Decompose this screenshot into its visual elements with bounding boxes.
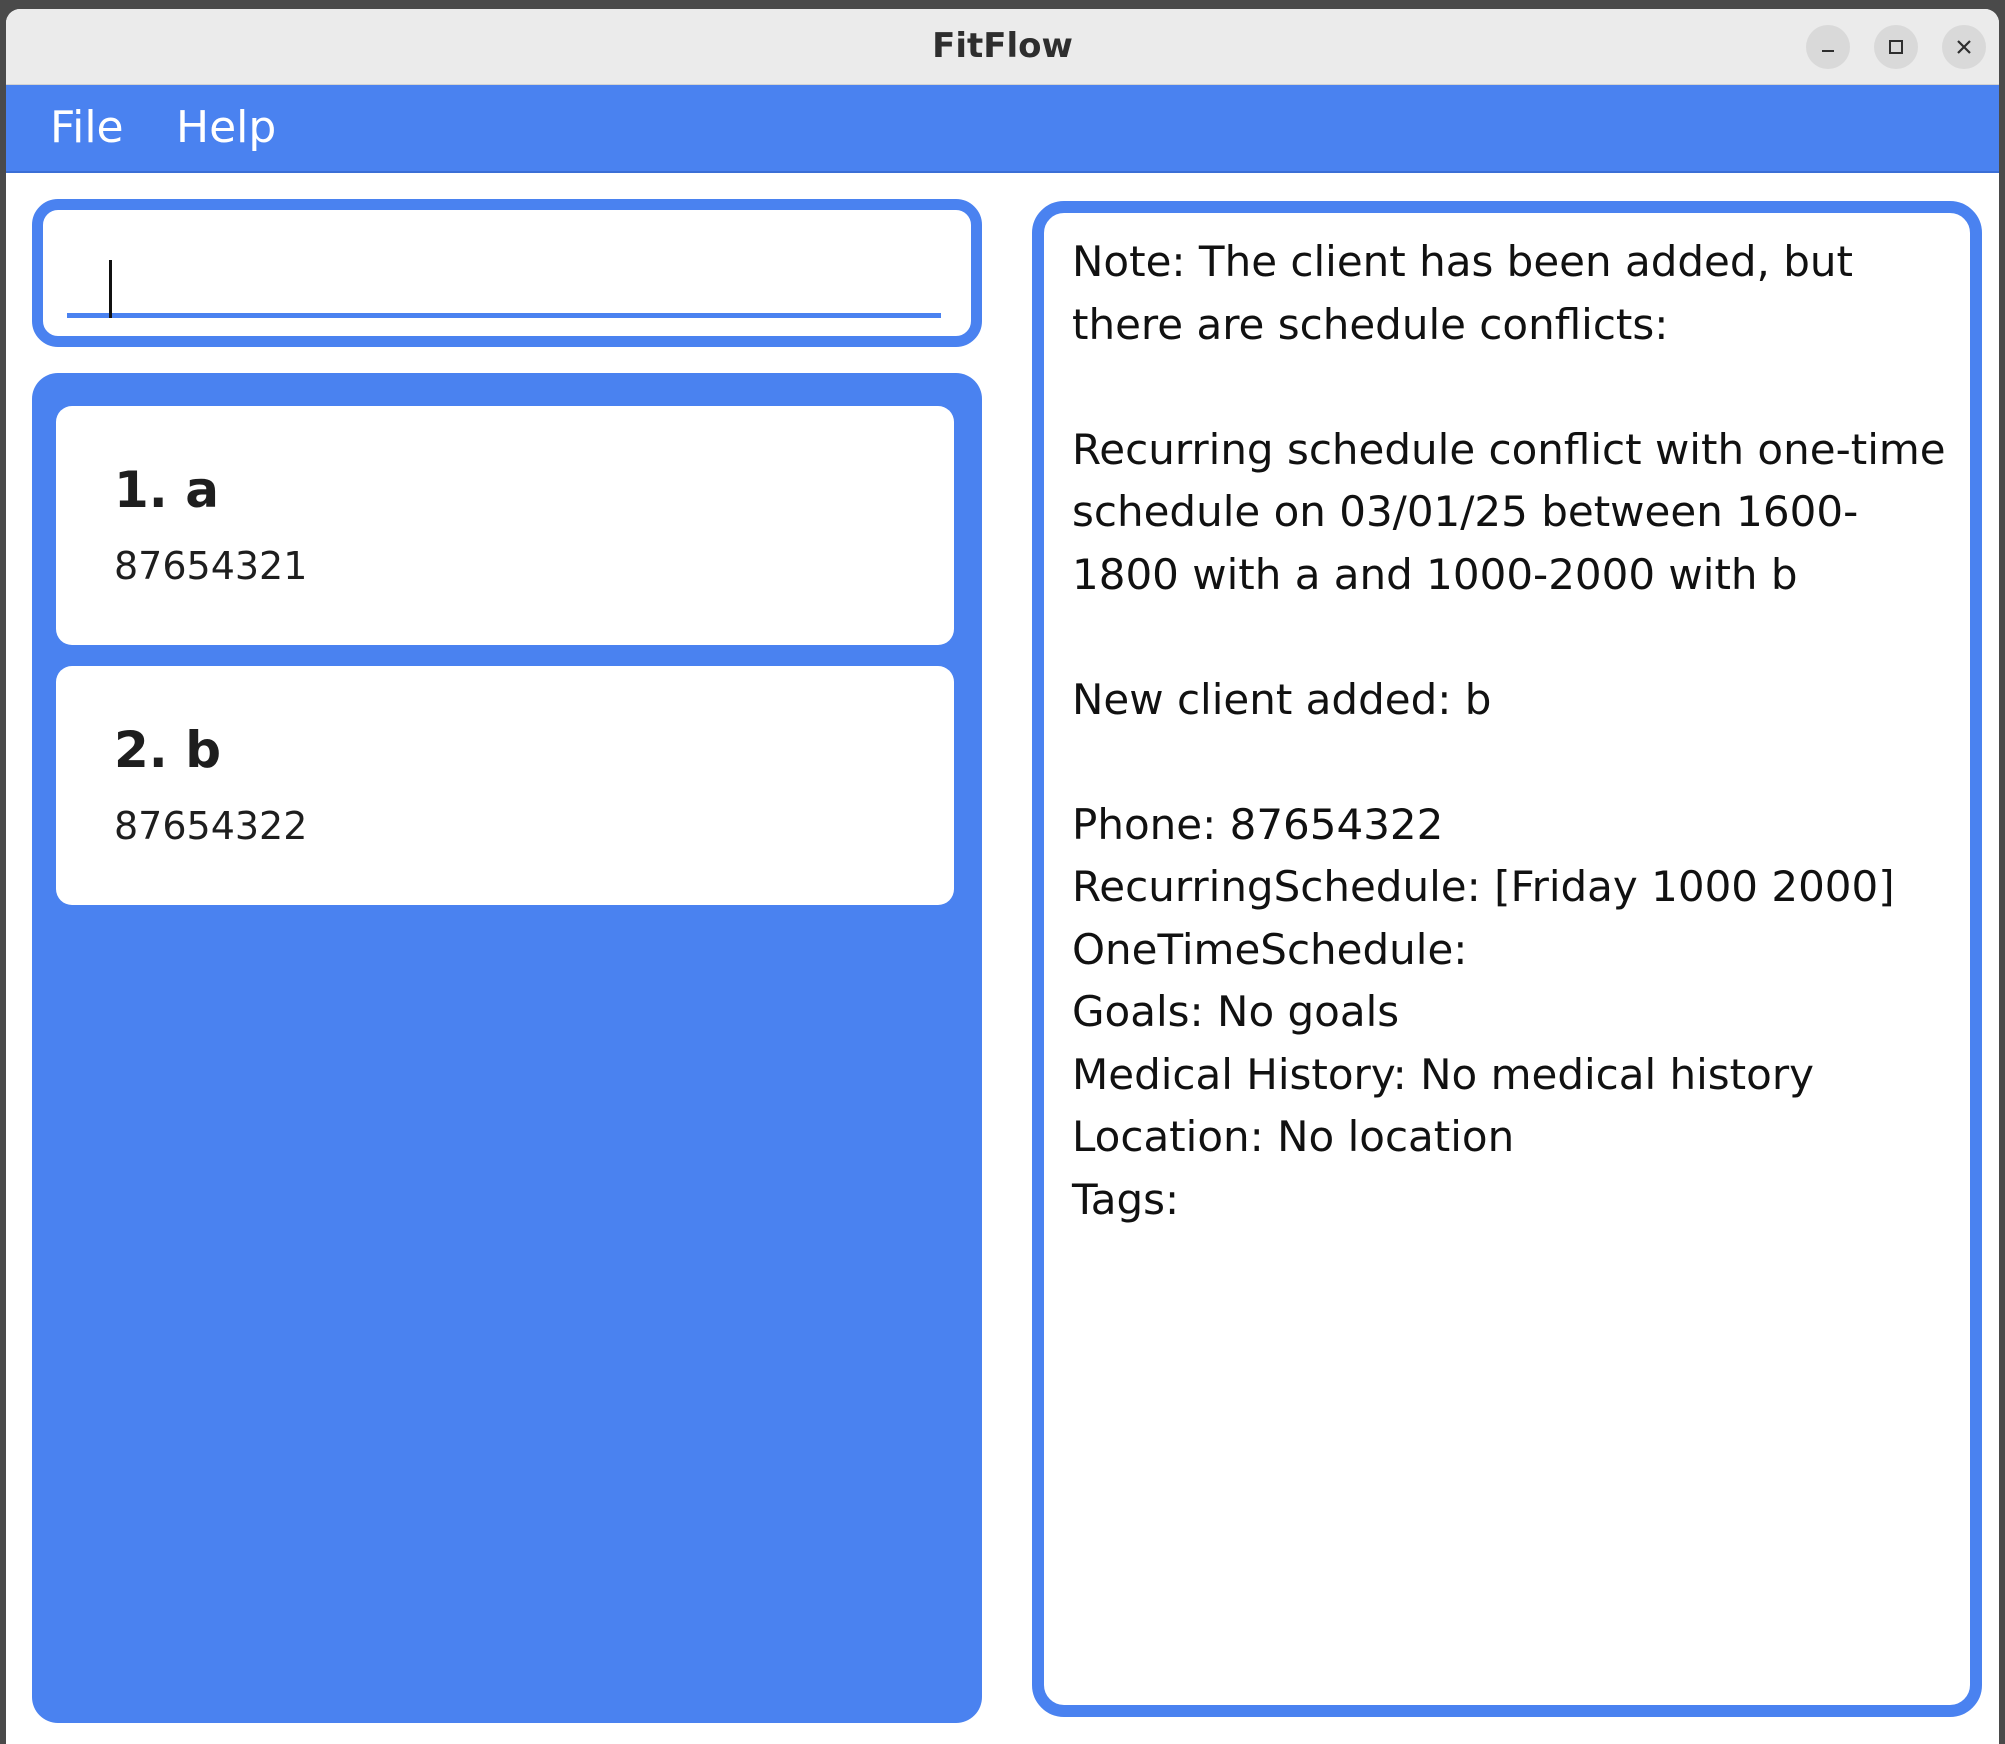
menu-help[interactable]: Help [176,85,276,171]
client-phone: 87654322 [114,804,308,848]
command-box [32,199,982,347]
command-input[interactable] [67,222,941,318]
close-icon [1957,40,1971,54]
close-button[interactable] [1942,25,1986,69]
maximize-icon [1889,40,1903,54]
text-caret [109,260,112,318]
menu-file[interactable]: File [50,85,124,171]
client-phone: 87654321 [114,544,308,588]
window-title: FitFlow [932,26,1073,66]
result-display-text: Note: The client has been added, but the… [1072,237,1946,1224]
client-name: 2. b [114,721,221,779]
result-display-box[interactable]: Note: The client has been added, but the… [1032,201,1982,1717]
maximize-button[interactable] [1874,25,1918,69]
client-list-panel[interactable]: 1. a 87654321 2. b 87654322 [32,373,982,1723]
client-card[interactable]: 1. a 87654321 [56,406,954,645]
client-name: 1. a [114,461,219,519]
client-card[interactable]: 2. b 87654322 [56,666,954,905]
app-window: FitFlow File Help 1. a 87654321 2. b 876… [6,9,1999,1744]
minimize-icon [1822,50,1834,52]
title-bar[interactable]: FitFlow [6,9,1999,85]
minimize-button[interactable] [1806,25,1850,69]
menu-bar: File Help [6,85,1999,173]
